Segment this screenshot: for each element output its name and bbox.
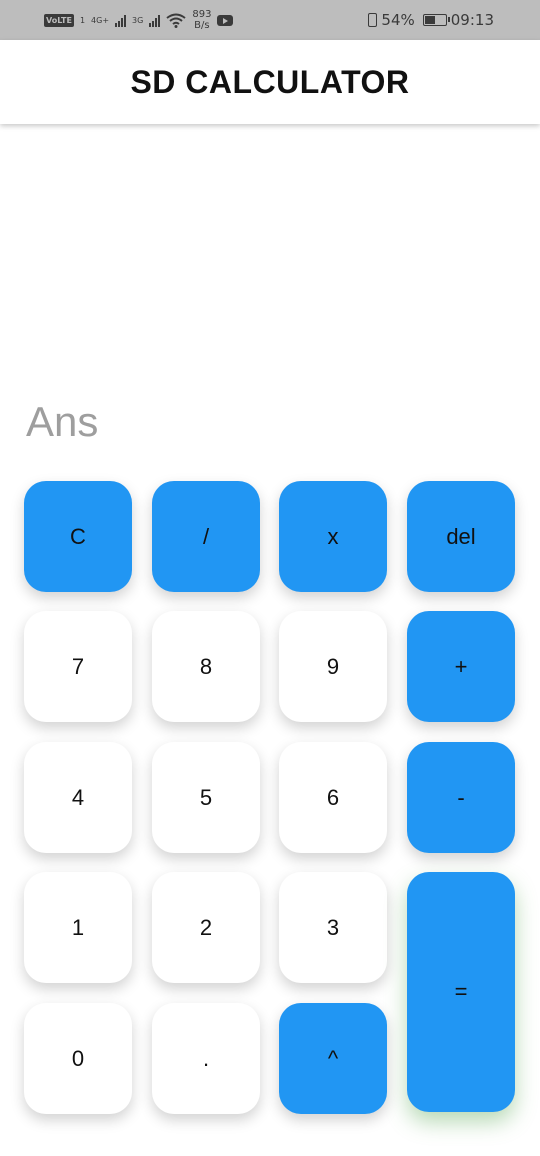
battery-icon <box>422 14 450 26</box>
network-type-2: 3G <box>132 15 144 25</box>
digit-0-button[interactable]: 0 <box>24 1003 132 1114</box>
power-button[interactable]: ^ <box>279 1003 387 1114</box>
add-button[interactable]: + <box>407 611 515 722</box>
digit-2-button[interactable]: 2 <box>152 872 260 983</box>
sim-slot-label: 1 <box>79 15 86 25</box>
digit-7-button[interactable]: 7 <box>24 611 132 722</box>
delete-button[interactable]: del <box>407 481 515 592</box>
digit-4-button[interactable]: 4 <box>24 742 132 853</box>
clock: 09:13 <box>450 11 494 29</box>
wifi-icon <box>166 13 186 28</box>
signal-strength-icon <box>115 13 127 27</box>
digit-1-button[interactable]: 1 <box>24 872 132 983</box>
subtract-button[interactable]: - <box>407 742 515 853</box>
network-speed-unit: B/s <box>194 20 210 31</box>
volte-icon: VoLTE <box>44 13 74 27</box>
network-speed: 893 B/s <box>192 9 211 31</box>
network-type-1: 4G+ <box>91 15 110 25</box>
network-speed-value: 893 <box>192 9 212 20</box>
app-title: SD CALCULATOR <box>130 63 410 100</box>
status-bar-right: 54% 09:13 <box>368 0 494 40</box>
app-bar: SD CALCULATOR <box>0 40 540 124</box>
status-bar: VoLTE 1 4G+ 3G 893 B/s 54% 09:13 <box>0 0 540 40</box>
digit-5-button[interactable]: 5 <box>152 742 260 853</box>
status-bar-left: VoLTE 1 4G+ 3G 893 B/s <box>44 0 234 40</box>
signal-strength-icon-2 <box>149 13 161 27</box>
multiply-button[interactable]: x <box>279 481 387 592</box>
youtube-icon <box>217 14 234 26</box>
clear-button[interactable]: C <box>24 481 132 592</box>
digit-3-button[interactable]: 3 <box>279 872 387 983</box>
decimal-point-button[interactable]: . <box>152 1003 260 1114</box>
digit-6-button[interactable]: 6 <box>279 742 387 853</box>
divide-button[interactable]: / <box>152 481 260 592</box>
battery-level-fill <box>424 16 435 24</box>
vibrate-icon <box>368 13 378 27</box>
digit-9-button[interactable]: 9 <box>279 611 387 722</box>
result-display: Ans <box>26 398 99 445</box>
battery-percent: 54% <box>381 11 415 29</box>
equals-button[interactable]: = <box>407 872 515 1112</box>
digit-8-button[interactable]: 8 <box>152 611 260 722</box>
